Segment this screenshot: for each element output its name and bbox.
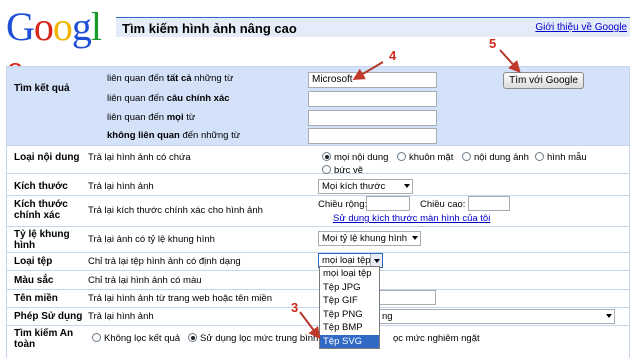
annotation-5: 5	[489, 36, 497, 51]
arrow-5	[499, 49, 521, 73]
annotation-4: 4	[389, 48, 397, 63]
annotation-3: 3	[291, 300, 299, 315]
arrow-4	[352, 61, 384, 81]
annotation-arrows	[299, 49, 521, 340]
arrow-3	[299, 311, 321, 340]
